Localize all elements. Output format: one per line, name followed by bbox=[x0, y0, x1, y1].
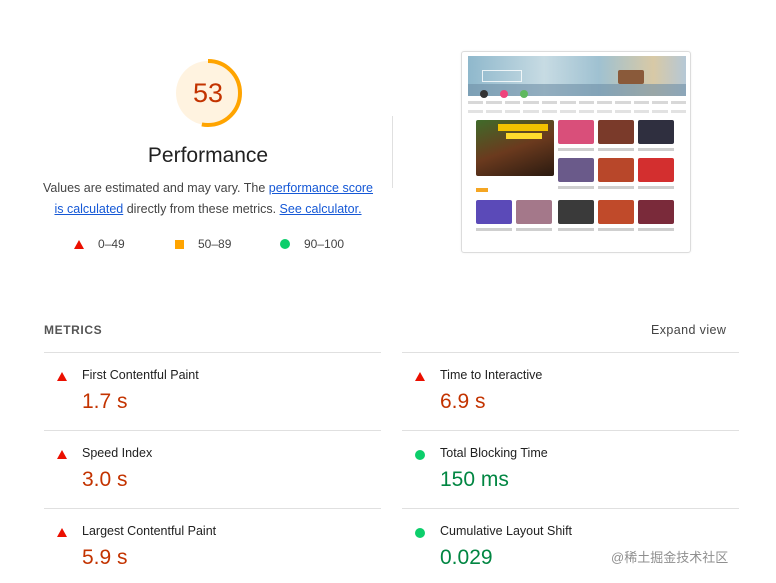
watermark-text: @稀土掘金技术社区 bbox=[611, 550, 729, 565]
metric-name: Total Blocking Time bbox=[440, 446, 548, 460]
metric-value: 6.9 s bbox=[440, 390, 486, 413]
expand-view-toggle[interactable]: Expand view bbox=[651, 323, 726, 337]
thumbnail-hero-image bbox=[476, 120, 554, 176]
performance-score-value: 53 bbox=[192, 78, 224, 108]
final-screenshot-thumbnail[interactable] bbox=[461, 51, 691, 253]
metric-first-contentful-paint: First Contentful Paint 1.7 s bbox=[44, 352, 381, 430]
legend-range: 90–100 bbox=[304, 237, 345, 251]
metric-value: 0.029 bbox=[440, 546, 493, 569]
description-text-1: Values are estimated and may vary. The bbox=[42, 181, 269, 195]
legend-item-pass: 90–100 bbox=[280, 237, 344, 251]
performance-title: Performance bbox=[147, 144, 269, 167]
metric-value: 3.0 s bbox=[82, 468, 128, 491]
circle-pass-icon bbox=[280, 239, 290, 249]
circle-pass-icon bbox=[415, 450, 425, 460]
metric-value: 1.7 s bbox=[82, 390, 128, 413]
metric-cumulative-layout-shift: Cumulative Layout Shift 0.029 bbox=[402, 508, 739, 583]
legend-item-fail: 0–49 bbox=[74, 237, 125, 251]
metric-total-blocking-time: Total Blocking Time 150 ms bbox=[402, 430, 739, 508]
metric-time-to-interactive: Time to Interactive 6.9 s bbox=[402, 352, 739, 430]
square-average-icon bbox=[175, 239, 184, 249]
triangle-fail-icon bbox=[57, 450, 67, 459]
metric-name: Time to Interactive bbox=[440, 368, 543, 382]
metric-speed-index: Speed Index 3.0 s bbox=[44, 430, 381, 508]
score-description: Values are estimated and may vary. The p… bbox=[40, 178, 376, 220]
triangle-fail-icon bbox=[415, 372, 425, 381]
metric-value: 150 ms bbox=[440, 468, 509, 491]
triangle-fail-icon bbox=[74, 239, 84, 249]
description-text-2: directly from these metrics. bbox=[123, 202, 280, 216]
section-divider bbox=[392, 116, 393, 188]
metric-value: 5.9 s bbox=[82, 546, 128, 569]
metric-name: Largest Contentful Paint bbox=[82, 524, 217, 538]
performance-score-gauge: 53 bbox=[172, 57, 244, 129]
legend-item-average: 50–89 bbox=[175, 237, 231, 251]
metrics-section-title: METRICS bbox=[44, 323, 103, 337]
see-calculator-link[interactable]: See calculator. bbox=[280, 202, 362, 216]
metric-name: Cumulative Layout Shift bbox=[440, 524, 573, 538]
circle-pass-icon bbox=[415, 528, 425, 538]
triangle-fail-icon bbox=[57, 528, 67, 537]
metric-name: First Contentful Paint bbox=[82, 368, 199, 382]
metric-largest-contentful-paint: Largest Contentful Paint 5.9 s bbox=[44, 508, 381, 583]
score-legend: 0–49 50–89 90–100 bbox=[0, 237, 420, 253]
triangle-fail-icon bbox=[57, 372, 67, 381]
metric-name: Speed Index bbox=[82, 446, 153, 460]
legend-range: 50–89 bbox=[198, 237, 232, 251]
legend-range: 0–49 bbox=[98, 237, 125, 251]
